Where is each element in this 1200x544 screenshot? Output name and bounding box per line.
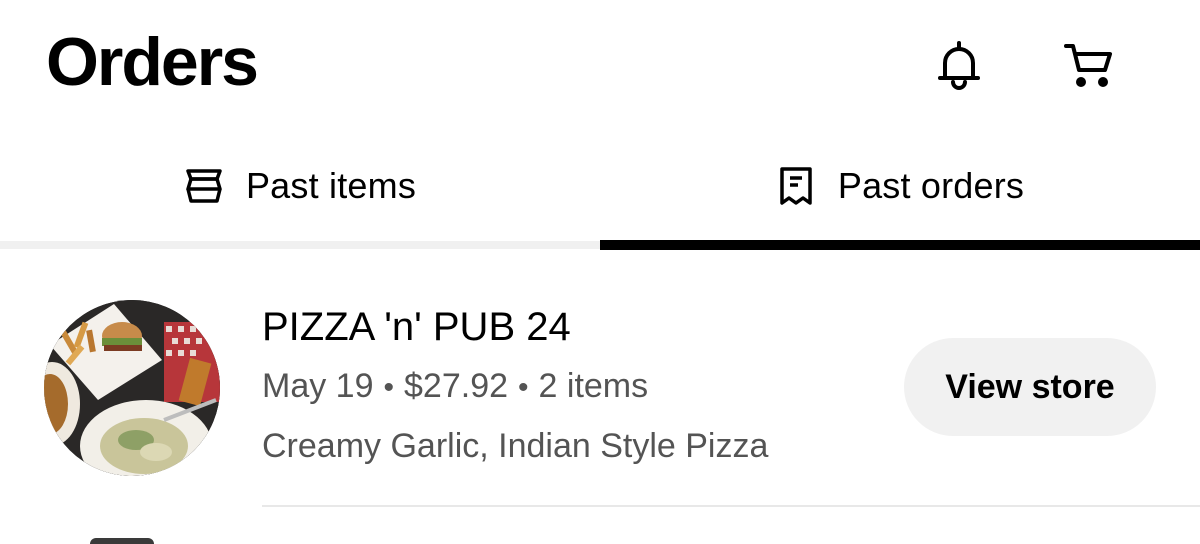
store-thumbnail <box>44 300 220 476</box>
order-item-count: 2 items <box>538 367 649 405</box>
order-row[interactable]: PIZZA 'n' PUB 24 May 19 • $27.92 • 2 items C… <box>0 250 1200 508</box>
order-description: Creamy Garlic, Indian Style Pizza <box>262 427 769 465</box>
store-name[interactable]: PIZZA 'n' PUB 24 <box>262 302 571 352</box>
bag-icon <box>184 166 224 206</box>
tab-past-items[interactable]: Past items <box>0 150 600 222</box>
order-date: May 19 <box>262 367 374 405</box>
order-meta: May 19 • $27.92 • 2 items <box>262 364 648 410</box>
tab-label: Past orders <box>837 165 1025 206</box>
tab-label: Past items <box>245 165 417 206</box>
separator-dot: • <box>518 371 529 404</box>
page-title: Orders <box>46 24 259 100</box>
active-tab-indicator <box>600 240 1200 250</box>
separator-dot: • <box>383 371 395 404</box>
notifications-button[interactable] <box>932 38 986 92</box>
tab-track <box>0 241 600 249</box>
cart-button[interactable] <box>1062 38 1116 92</box>
bell-icon <box>938 41 980 90</box>
row-divider <box>262 505 1200 507</box>
order-total: $27.92 <box>404 367 509 405</box>
view-store-button[interactable]: View store <box>904 338 1156 436</box>
next-order-thumbnail <box>90 538 154 544</box>
tab-past-orders[interactable]: Past orders <box>600 150 1200 222</box>
cart-icon <box>1064 44 1112 87</box>
receipt-icon <box>776 166 816 206</box>
